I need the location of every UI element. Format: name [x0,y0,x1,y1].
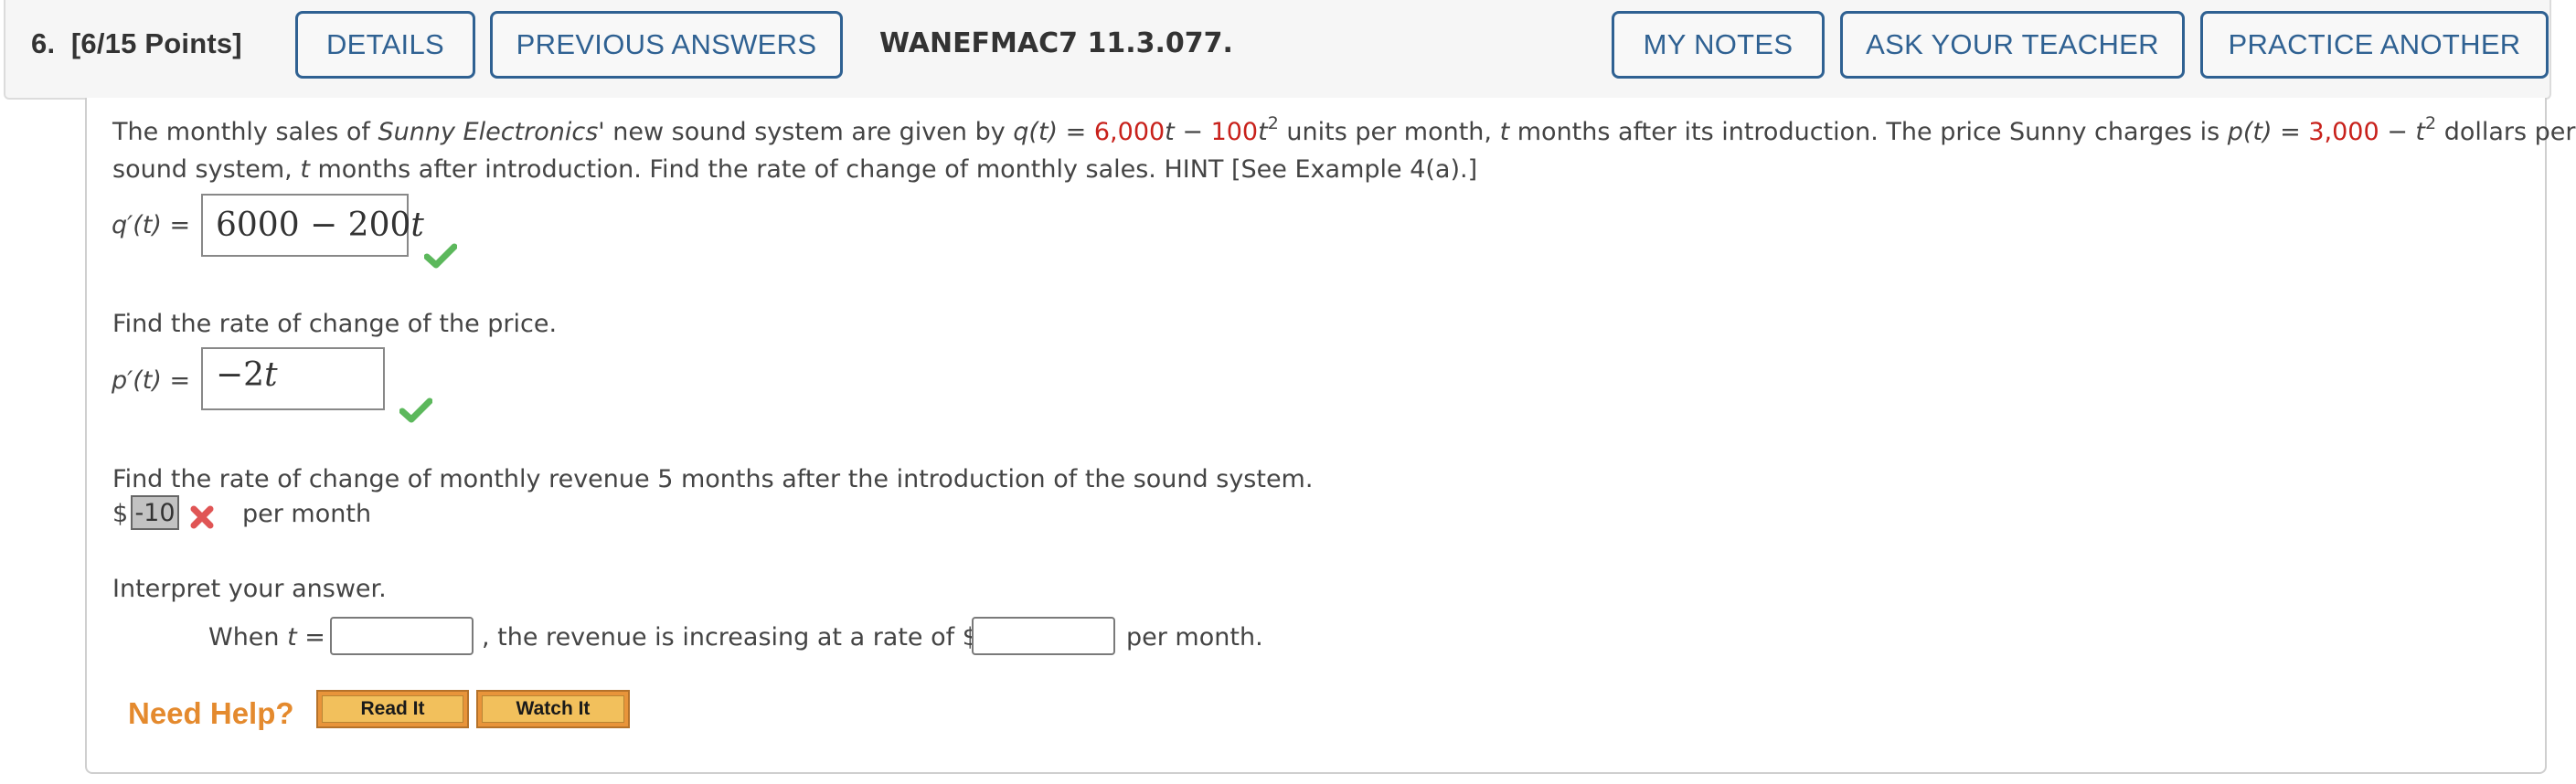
revenue-rate-answer-field[interactable]: -10 [131,495,179,530]
var-t: t [287,623,297,652]
p-constant: 3,000 [2308,118,2379,146]
problem-text-line1: The monthly sales of Sunny Electronics' … [112,115,2576,146]
answer-text: 6000 − 200 [216,207,411,244]
q-prime-answer-field[interactable]: 6000 − 200 t [201,194,424,257]
t-value-input[interactable] [330,617,474,655]
text: = [1058,118,1094,146]
question-points: 6. [6/15 Points] [31,27,242,60]
answer-text: −2 [216,356,265,394]
answer-var: t [410,207,424,244]
q-prime-label: q′(t) = [112,211,191,239]
incorrect-x-icon [190,505,214,529]
text: − [1174,118,1211,146]
correct-check-icon [424,243,457,269]
text: months after its introduction. The price… [1509,118,2228,146]
when-label: When t = [208,625,325,650]
q-coefficient-2: 100 [1210,118,1259,146]
company-name: Sunny Electronics' [378,118,605,146]
details-button[interactable]: DETAILS [295,11,475,79]
watch-it-label: Watch It [482,695,624,723]
question-number: 6. [31,27,56,59]
var-t: t [300,155,310,184]
my-notes-button[interactable]: MY NOTES [1612,11,1825,79]
read-it-button[interactable]: Read It [316,690,469,728]
p-prime-label: p′(t) = [112,366,191,395]
price-rate-prompt: Find the rate of change of the price. [112,310,558,338]
correct-check-icon [399,397,432,423]
points-label: [6/15 Points] [70,27,242,59]
question-panel [85,98,2547,774]
text: When [208,623,288,652]
var-t: t [1258,118,1268,146]
text: = [2272,118,2309,146]
p-prime-answer-field[interactable]: −2 t [201,347,385,410]
revenue-rate-prompt: Find the rate of change of monthly reven… [112,465,1314,493]
exponent: 2 [2425,113,2437,133]
question-id: WANEFMAC7 11.3.077. [879,27,1233,59]
text: new sound system are given by [604,118,1014,146]
ask-your-teacher-button[interactable]: ASK YOUR TEACHER [1840,11,2185,79]
previous-answers-button[interactable]: PREVIOUS ANSWERS [490,11,843,79]
exponent: 2 [1267,113,1279,133]
practice-another-button[interactable]: PRACTICE ANOTHER [2200,11,2549,79]
var-t: t [1165,118,1175,146]
p-function: p(t) [2227,118,2273,146]
currency-symbol: $ [112,500,129,528]
q-coefficient-1: 6,000 [1093,118,1166,146]
problem-text-line2: sound system, t months after introductio… [112,157,1477,182]
rate-value-input[interactable] [972,617,1115,655]
text: units per month, [1278,118,1500,146]
per-month-label: per month [242,500,372,528]
interpret-prompt: Interpret your answer. [112,575,387,603]
var-t: t [1499,118,1510,146]
need-help-label: Need Help? [128,696,294,730]
revenue-increasing-text: , the revenue is increasing at a rate of… [482,623,978,652]
read-it-label: Read It [322,695,463,723]
answer-var: t [264,356,278,394]
text: months after introduction. Find the rate… [309,155,1478,184]
text: = [296,623,325,652]
q-function: q(t) [1013,118,1059,146]
text: sound system, [112,155,301,184]
watch-it-button[interactable]: Watch It [476,690,630,728]
var-t: t [2415,118,2426,146]
text: − [2379,118,2416,146]
per-month-label: per month. [1126,623,1263,652]
text: The monthly sales of [112,118,378,146]
text: dollars per [2436,118,2576,146]
